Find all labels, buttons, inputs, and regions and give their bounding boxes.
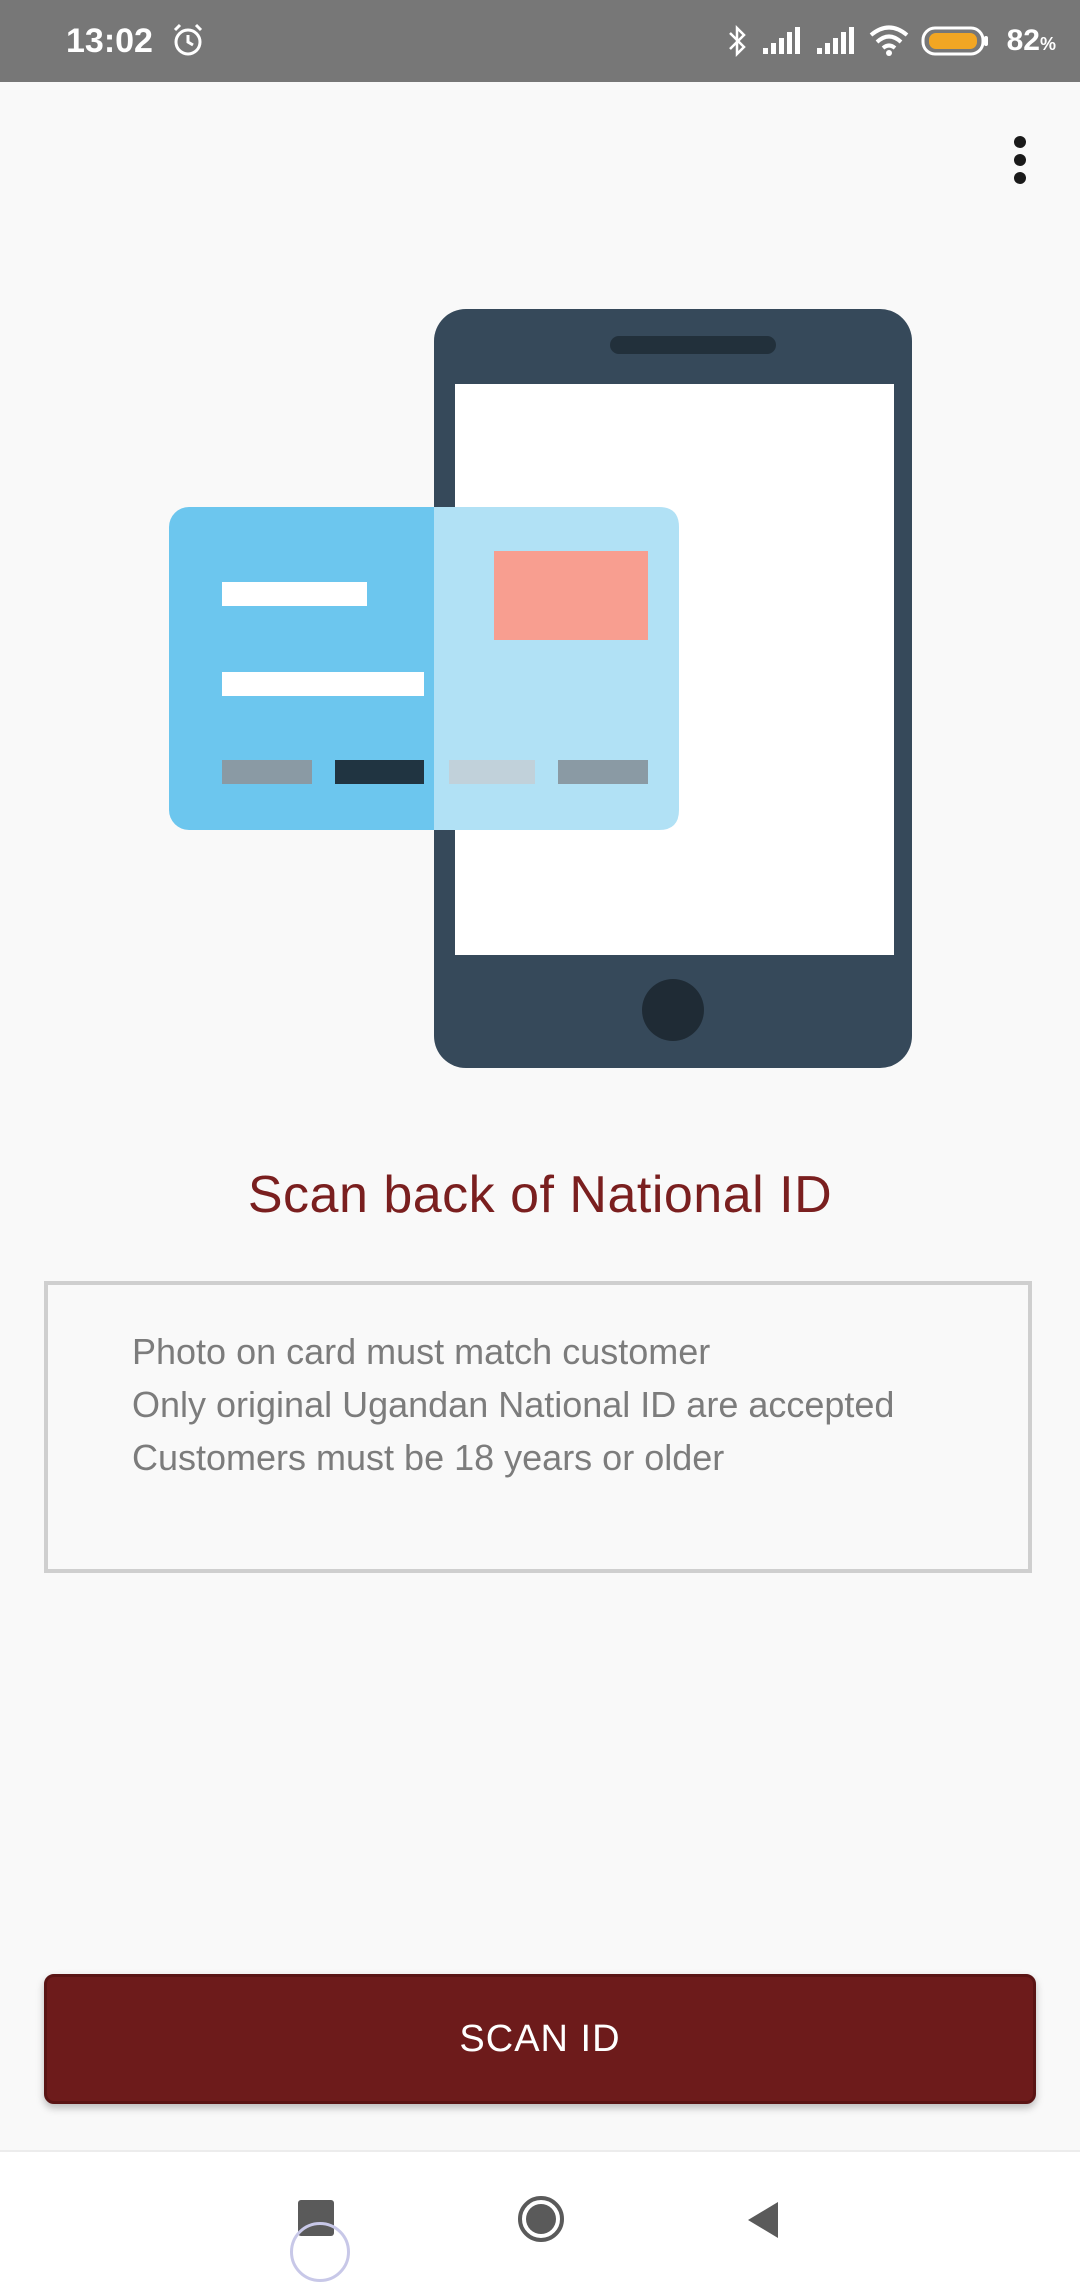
wifi-icon — [869, 25, 908, 56]
card-photo — [494, 551, 648, 640]
scan-id-illustration — [169, 309, 912, 1068]
alarm-icon — [173, 23, 203, 56]
phone-speaker — [610, 336, 776, 354]
signal-icon — [816, 27, 854, 54]
requirements-box: Photo on card must match customer Only o… — [44, 1281, 1032, 1573]
phone-home-button — [642, 979, 704, 1041]
card-code — [558, 760, 648, 784]
status-bar: 13:02 82% — [0, 0, 1080, 82]
signal-icon — [762, 27, 800, 54]
page-title: Scan back of National ID — [247, 1166, 833, 1224]
requirement-item: Customers must be 18 years or older — [132, 1437, 725, 1478]
requirement-item: Photo on card must match customer — [132, 1331, 711, 1372]
battery-icon — [921, 26, 988, 56]
scan-id-button[interactable]: SCAN ID — [44, 1974, 1036, 2104]
status-icons: 82% — [727, 18, 1056, 64]
card-code — [335, 760, 424, 784]
card-line — [222, 582, 367, 606]
system-navigation-bar — [0, 2150, 1080, 2282]
bluetooth-icon — [728, 24, 746, 58]
home-button[interactable] — [516, 2194, 566, 2244]
battery-percent: 82% — [1006, 24, 1056, 57]
card-line — [222, 672, 424, 696]
requirement-item: Only original Ugandan National ID are ac… — [132, 1384, 895, 1425]
back-button[interactable] — [742, 2198, 782, 2242]
touch-indicator — [290, 2222, 350, 2282]
card-code — [449, 760, 535, 784]
more-vertical-icon[interactable] — [1000, 130, 1040, 190]
status-time: 13:02 — [66, 22, 153, 60]
card-code — [222, 760, 312, 784]
